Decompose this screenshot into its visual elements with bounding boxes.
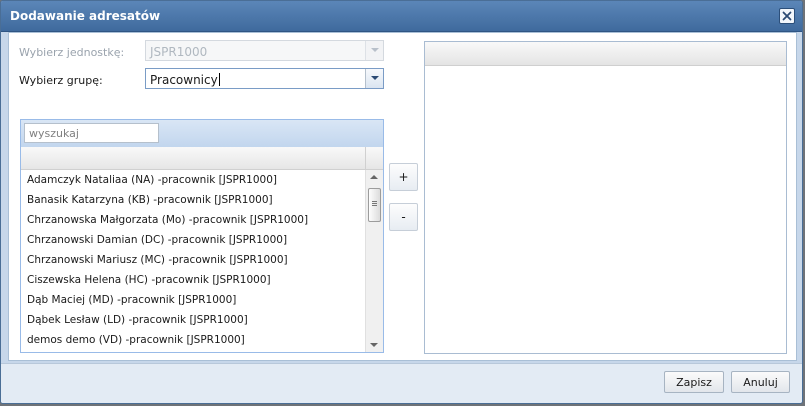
unit-label: Wybierz jednostkę: xyxy=(19,46,125,59)
dialog-title: Dodawanie adresatów xyxy=(10,9,161,23)
list-item[interactable]: Chrzanowski Damian (DC) -pracownik [JSPR… xyxy=(21,230,365,250)
close-button[interactable] xyxy=(779,8,795,24)
chevron-down-icon xyxy=(370,47,379,52)
unit-select-trigger xyxy=(365,41,383,60)
vertical-scrollbar[interactable] xyxy=(365,170,383,352)
add-recipient-button[interactable]: + xyxy=(389,163,418,191)
chevron-down-icon xyxy=(370,75,379,80)
scrollbar-thumb[interactable] xyxy=(368,188,381,222)
grid-header[interactable] xyxy=(21,147,383,170)
list-item[interactable]: Adamczyk Nataliaa (NA) -pracownik [JSPR1… xyxy=(21,170,365,190)
save-button[interactable]: Zapisz xyxy=(664,371,724,393)
close-icon xyxy=(782,11,792,21)
column-separator xyxy=(365,147,366,169)
selected-grid-header[interactable] xyxy=(425,42,786,66)
list-item[interactable]: demos demo (VD) -pracownik [JSPR1000] xyxy=(21,330,365,350)
unit-select: JSPR1000 xyxy=(145,40,384,61)
dialog-footer: Zapisz Anuluj xyxy=(1,363,802,403)
grid-toolbar xyxy=(21,120,383,148)
group-label: Wybierz grupę: xyxy=(19,74,103,87)
list-item[interactable]: Dąbek Lesław (LD) -pracownik [JSPR1000] xyxy=(21,310,365,330)
add-recipients-dialog: Dodawanie adresatów Wybierz jednostkę: J… xyxy=(0,0,803,404)
list-item[interactable]: Chrzanowska Małgorzata (Mo) -pracownik [… xyxy=(21,210,365,230)
dialog-titlebar[interactable]: Dodawanie adresatów xyxy=(1,1,802,32)
scroll-down-icon[interactable] xyxy=(370,343,378,347)
list-item[interactable]: Chrzanowski Mariusz (MC) -pracownik [JSP… xyxy=(21,250,365,270)
remove-recipient-button[interactable]: - xyxy=(389,203,418,231)
cancel-button[interactable]: Anuluj xyxy=(731,371,790,393)
list-item[interactable]: Dąb Maciej (MD) -pracownik [JSPR1000] xyxy=(21,290,365,310)
search-input[interactable] xyxy=(24,123,159,143)
recipient-list: Adamczyk Nataliaa (NA) -pracownik [JSPR1… xyxy=(21,170,365,352)
unit-select-value: JSPR1000 xyxy=(150,45,208,59)
list-item[interactable]: Ciszewska Helena (HC) -pracownik [JSPR10… xyxy=(21,270,365,290)
group-select-value[interactable]: Pracownicy xyxy=(150,73,220,87)
group-select-trigger[interactable] xyxy=(365,69,383,88)
scroll-up-icon[interactable] xyxy=(370,175,378,179)
group-select[interactable]: Pracownicy xyxy=(145,68,384,89)
dialog-body: Wybierz jednostkę: JSPR1000 Wybierz grup… xyxy=(8,32,797,361)
selected-recipients-grid xyxy=(424,41,787,354)
list-item[interactable]: Banasik Katarzyna (KB) -pracownik [JSPR1… xyxy=(21,190,365,210)
available-recipients-grid: Adamczyk Nataliaa (NA) -pracownik [JSPR1… xyxy=(20,119,384,353)
